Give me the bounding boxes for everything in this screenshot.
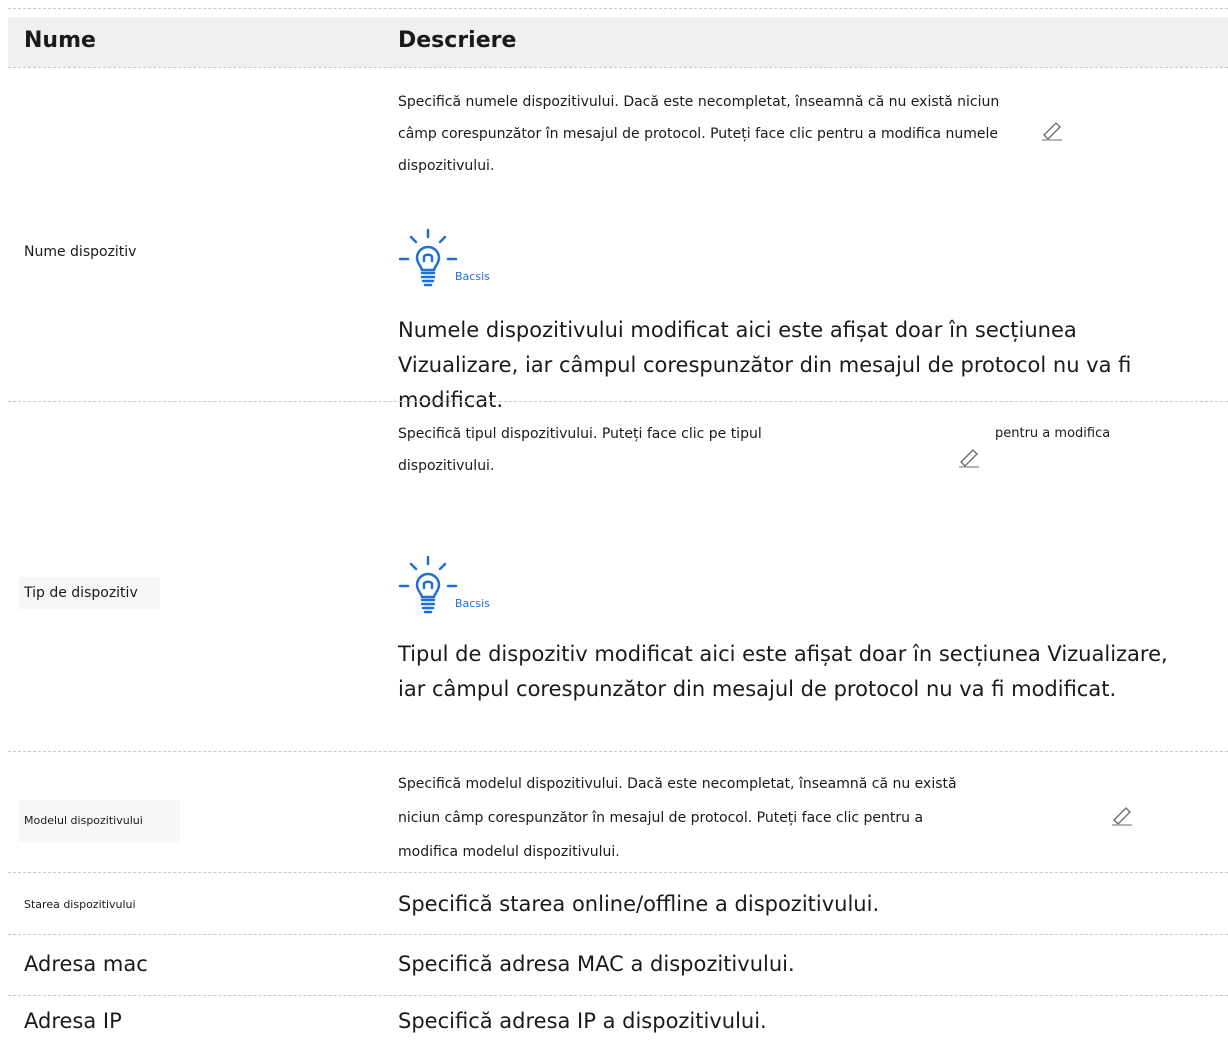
row-divider: [8, 995, 1228, 996]
row-divider: [8, 401, 1228, 402]
row-description: Specifică adresa MAC a dispozitivului.: [398, 952, 795, 976]
row-divider: [8, 872, 1228, 873]
row-description: Specifică starea online/offline a dispoz…: [398, 892, 880, 916]
pencil-icon[interactable]: [1110, 804, 1134, 830]
row-description: Specifică modelul dispozitivului. Dacă e…: [398, 776, 957, 860]
table-top-border: [8, 8, 1228, 9]
tip-label: Bacsis: [455, 597, 490, 610]
column-header-name: Nume: [24, 28, 96, 53]
row-description-suffix: pentru a modifica: [995, 426, 1111, 441]
row-description: Specifică adresa IP a dispozitivului.: [398, 1009, 767, 1033]
table-header: [8, 17, 1228, 67]
pencil-icon[interactable]: [957, 446, 981, 472]
row-divider: [8, 751, 1228, 752]
row-name: Nume dispozitiv: [24, 244, 137, 260]
pencil-icon[interactable]: [1040, 119, 1064, 145]
row-description: Specifică tipul dispozitivului. Puteți f…: [398, 426, 762, 474]
tip-callout: Bacsis: [398, 228, 518, 288]
row-name: Tip de dispozitiv: [24, 585, 138, 601]
row-name: Adresa mac: [24, 952, 148, 976]
row-divider: [8, 934, 1228, 935]
column-header-description: Descriere: [398, 28, 517, 53]
tip-note: Tipul de dispozitiv modificat aici este …: [398, 642, 1168, 701]
header-divider: [8, 67, 1228, 68]
row-name: Adresa IP: [24, 1009, 122, 1033]
row-name: Modelul dispozitivului: [24, 814, 143, 827]
tip-label: Bacsis: [455, 270, 490, 283]
tip-note: Numele dispozitivului modificat aici est…: [398, 318, 1132, 412]
tip-callout: Bacsis: [398, 555, 518, 615]
row-description: Specifică numele dispozitivului. Dacă es…: [398, 94, 1000, 174]
row-name: Starea dispozitivului: [24, 898, 136, 911]
